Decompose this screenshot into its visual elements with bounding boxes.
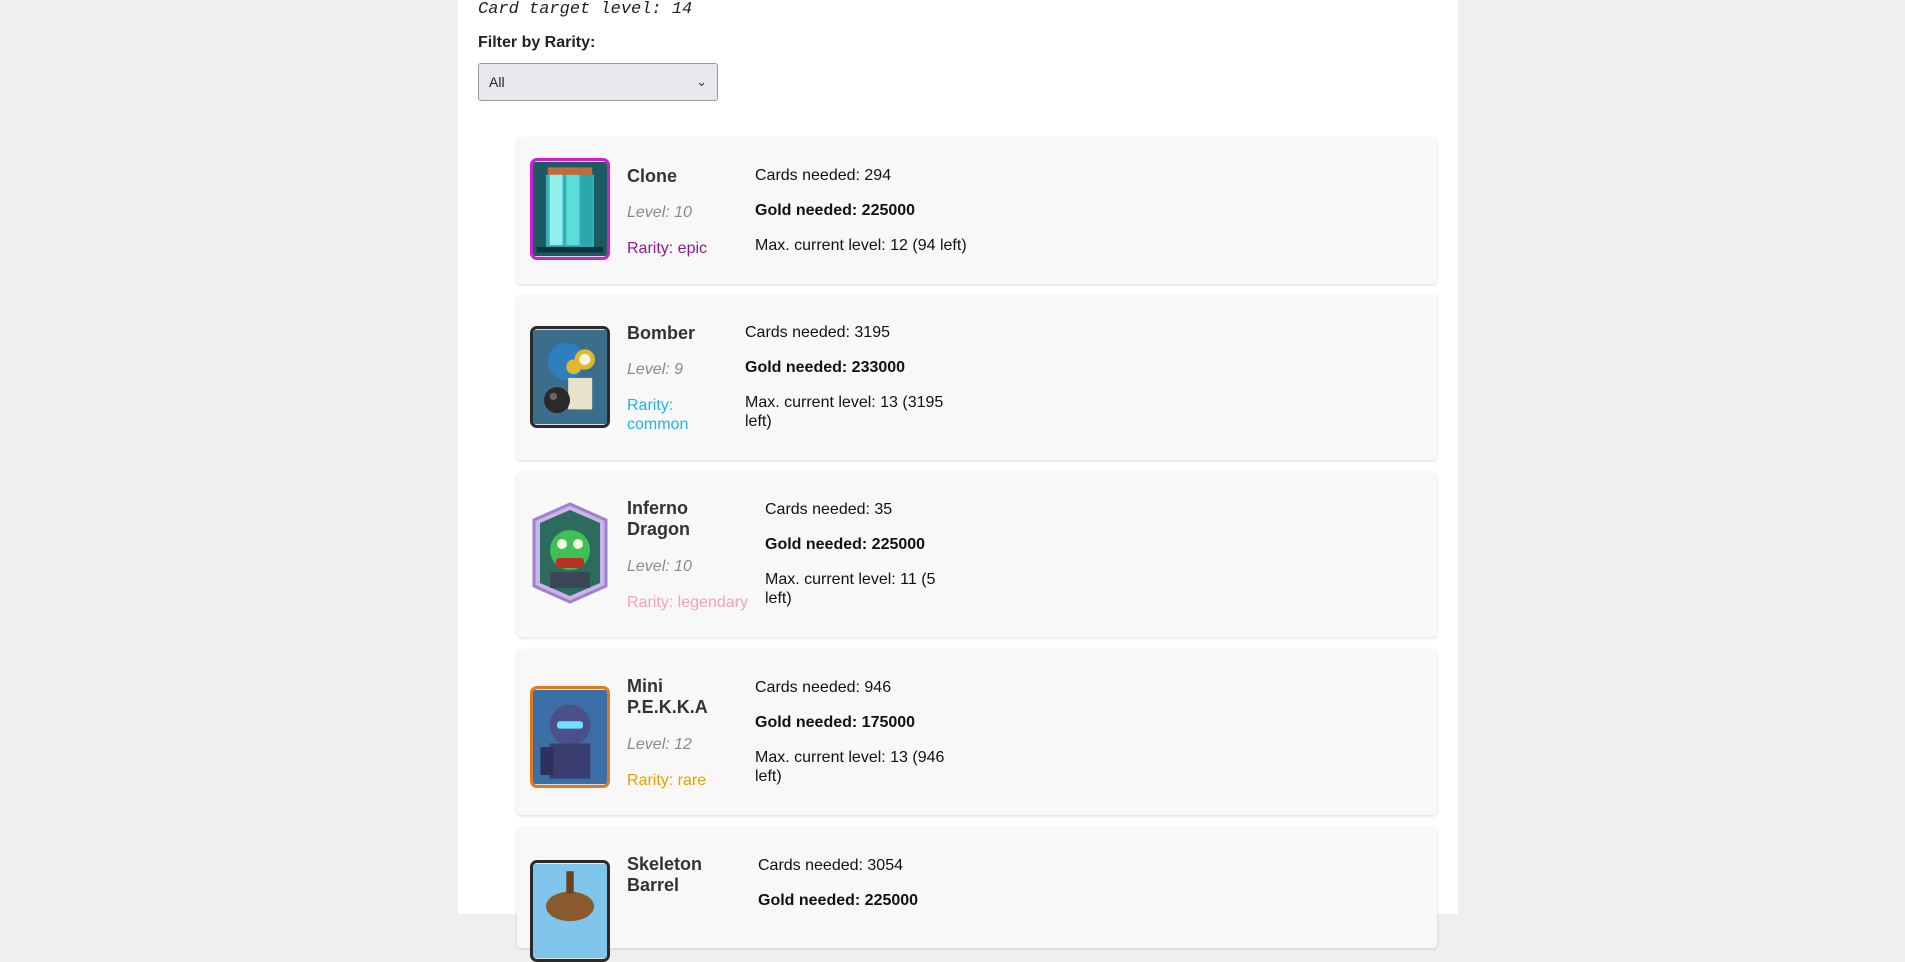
card-name: Skeleton Barrel [627,854,703,895]
card-level: Level: 10 [627,558,692,575]
cards-needed: Cards needed: 946 [755,679,892,696]
gold-needed: Gold needed: 175000 [755,714,916,731]
gold-needed: Gold needed: 225000 [765,536,926,553]
card-item-mini-pekka: Mini P.E.K.K.A Level: 12 Rarity: rare Ca… [517,650,1437,815]
card-rarity: Rarity: epic [627,240,708,257]
card-item-skeleton-barrel: Skeleton Barrel Cards needed: 3054 Gold … [517,828,1437,962]
inferno-dragon-card-icon [530,502,610,604]
cards-needed: Cards needed: 3054 [758,857,903,874]
cards-needed: Cards needed: 3195 [745,324,890,341]
max-current-level: Max. current level: 13 (946 left) [755,749,945,785]
cards-needed: Cards needed: 35 [765,501,893,518]
card-item-clone: Clone Level: 10 Rarity: epic Cards neede… [517,138,1437,284]
rarity-filter-select[interactable]: All ⌄ [478,63,718,101]
mini-pekka-card-icon [530,686,610,788]
card-item-inferno-dragon: Inferno Dragon Level: 10 Rarity: legenda… [517,472,1437,637]
card-rarity: Rarity: legendary [627,594,748,611]
main-container: Card target level: 14 Filter by Rarity: … [458,0,1458,962]
card-name: Bomber [627,323,696,343]
max-current-level: Max. current level: 13 (3195 left) [745,394,944,430]
card-level: Level: 10 [627,204,692,221]
target-level-text: Card target level: 14 [478,0,693,19]
gold-needed: Gold needed: 225000 [758,892,919,909]
chevron-down-icon: ⌄ [696,74,707,89]
card-name: Inferno Dragon [627,498,690,539]
card-rarity: Rarity: common [627,397,689,433]
card-level: Level: 12 [627,736,692,753]
max-current-level: Max. current level: 11 (5 left) [765,571,936,607]
clone-card-icon [530,158,610,260]
max-current-level: Max. current level: 12 (94 left) [755,237,967,254]
rarity-filter-value: All [489,74,505,90]
skeleton-barrel-card-icon [530,860,610,962]
card-name: Mini P.E.K.K.A [627,676,708,717]
card-rarity: Rarity: rare [627,772,707,789]
gold-needed: Gold needed: 233000 [745,359,906,376]
card-level: Level: 9 [627,361,684,378]
card-item-bomber: Bomber Level: 9 Rarity: common Cards nee… [517,295,1437,460]
cards-needed: Cards needed: 294 [755,167,892,184]
gold-needed: Gold needed: 225000 [755,202,916,219]
bomber-card-icon [530,326,610,428]
filter-label: Filter by Rarity: [478,34,596,51]
card-name: Clone [627,166,678,186]
